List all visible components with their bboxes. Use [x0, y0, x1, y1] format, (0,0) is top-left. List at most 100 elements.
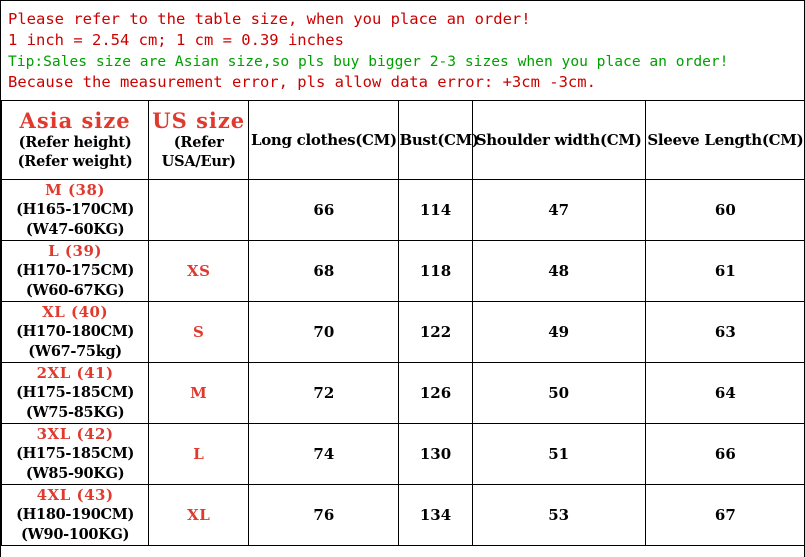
header-us-sub-refer: (Refer	[173, 134, 224, 151]
asia-height-range: (H165-170CM)	[16, 201, 135, 218]
table-row: L (39) (H170-175CM) (W60-67KG) XS 68 118…	[0, 240, 805, 302]
header-long-clothes-label: Long clothes(CM)	[250, 131, 397, 149]
header-cell-us-size: US size (Refer USA/Eur)	[148, 100, 250, 180]
cell-bust: 130	[398, 423, 473, 485]
header-cell-sleeve-length: Sleeve Length(CM)	[644, 100, 805, 180]
asia-height-range: (H175-185CM)	[16, 384, 135, 401]
long-clothes-value: 70	[313, 323, 335, 341]
cell-bust: 118	[398, 240, 473, 302]
bust-value: 114	[419, 201, 452, 219]
cell-shoulder-width: 47	[471, 179, 646, 241]
cell-us-size	[148, 179, 250, 241]
asia-size-label: M (38)	[45, 181, 106, 199]
cell-sleeve-length: 61	[644, 240, 805, 302]
asia-weight-range: (W85-90KG)	[25, 465, 125, 482]
cell-us-size: S	[148, 301, 250, 363]
asia-weight-range: (W75-85KG)	[25, 404, 125, 421]
cell-asia-size: M (38) (H165-170CM) (W47-60KG)	[0, 179, 150, 241]
cell-sleeve-length: 60	[644, 179, 805, 241]
sleeve-value: 64	[714, 384, 736, 402]
asia-height-range: (H170-175CM)	[16, 262, 135, 279]
asia-size-label: L (39)	[48, 242, 102, 260]
cell-asia-size: 2XL (41) (H175-185CM) (W75-85KG)	[0, 362, 150, 424]
shoulder-value: 53	[548, 506, 570, 524]
cell-us-size: XL	[148, 484, 250, 546]
cell-bust: 122	[398, 301, 473, 363]
cell-shoulder-width: 51	[471, 423, 646, 485]
notice-line-tip-asian-size: Tip:Sales size are Asian size,so pls buy…	[8, 53, 729, 70]
table-row: 2XL (41) (H175-185CM) (W75-85KG) M 72 12…	[0, 362, 805, 424]
notice-line-measurement-error: Because the measurement error, pls allow…	[8, 73, 596, 91]
cell-long-clothes: 70	[248, 301, 400, 363]
asia-height-range: (H175-185CM)	[16, 445, 135, 462]
cell-long-clothes: 76	[248, 484, 400, 546]
asia-height-range: (H180-190CM)	[16, 506, 135, 523]
header-us-title: US size	[152, 108, 246, 133]
long-clothes-value: 68	[313, 262, 335, 280]
sleeve-value: 66	[714, 445, 736, 463]
notice-block: Please refer to the table size, when you…	[1, 1, 804, 97]
bust-value: 126	[419, 384, 452, 402]
table-row: 3XL (42) (H175-185CM) (W85-90KG) L 74 13…	[0, 423, 805, 485]
asia-weight-range: (W60-67KG)	[25, 282, 125, 299]
table-row: 4XL (43) (H180-190CM) (W90-100KG) XL 76 …	[0, 484, 805, 546]
cell-shoulder-width: 53	[471, 484, 646, 546]
header-us-sub-region: USA/Eur)	[161, 153, 236, 170]
cell-long-clothes: 66	[248, 179, 400, 241]
bust-value: 130	[419, 445, 452, 463]
size-table: Asia size (Refer height) (Refer weight) …	[0, 100, 805, 546]
shoulder-value: 51	[548, 445, 570, 463]
header-shoulder-label: Shoulder width(CM)	[475, 131, 642, 149]
cell-long-clothes: 72	[248, 362, 400, 424]
cell-asia-size: XL (40) (H170-180CM) (W67-75kg)	[0, 301, 150, 363]
asia-size-label: 2XL (41)	[36, 364, 114, 382]
header-asia-title: Asia size	[19, 108, 131, 133]
cell-asia-size: 3XL (42) (H175-185CM) (W85-90KG)	[0, 423, 150, 485]
long-clothes-value: 72	[313, 384, 335, 402]
notice-line-conversion: 1 inch = 2.54 cm; 1 cm = 0.39 inches	[8, 31, 344, 49]
header-bust-label: Bust(CM)	[399, 131, 479, 149]
asia-weight-range: (W90-100KG)	[21, 526, 130, 543]
bust-value: 118	[419, 262, 452, 280]
cell-sleeve-length: 67	[644, 484, 805, 546]
cell-sleeve-length: 64	[644, 362, 805, 424]
us-size-label: S	[193, 323, 205, 341]
cell-us-size: L	[148, 423, 250, 485]
us-size-label: XS	[186, 262, 211, 280]
long-clothes-value: 76	[313, 506, 335, 524]
sleeve-value: 63	[714, 323, 736, 341]
long-clothes-value: 74	[313, 445, 335, 463]
cell-shoulder-width: 50	[471, 362, 646, 424]
header-asia-sub-height: (Refer height)	[18, 134, 132, 151]
cell-shoulder-width: 49	[471, 301, 646, 363]
header-cell-asia-size: Asia size (Refer height) (Refer weight)	[0, 100, 150, 180]
cell-bust: 114	[398, 179, 473, 241]
bust-value: 134	[419, 506, 452, 524]
cell-long-clothes: 68	[248, 240, 400, 302]
asia-size-label: 3XL (42)	[36, 425, 114, 443]
asia-size-label: 4XL (43)	[36, 486, 114, 504]
bust-value: 122	[419, 323, 452, 341]
us-size-label: XL	[187, 506, 211, 524]
cell-bust: 134	[398, 484, 473, 546]
sleeve-value: 61	[714, 262, 736, 280]
us-size-label: M	[190, 384, 208, 402]
header-asia-sub-weight: (Refer weight)	[17, 153, 133, 170]
table-header-row: Asia size (Refer height) (Refer weight) …	[0, 100, 805, 180]
shoulder-value: 49	[548, 323, 570, 341]
shoulder-value: 50	[548, 384, 570, 402]
cell-sleeve-length: 66	[644, 423, 805, 485]
cell-shoulder-width: 48	[471, 240, 646, 302]
header-cell-shoulder-width: Shoulder width(CM)	[471, 100, 646, 180]
asia-size-label: XL (40)	[42, 303, 109, 321]
cell-us-size: M	[148, 362, 250, 424]
asia-height-range: (H170-180CM)	[16, 323, 135, 340]
size-chart-page: Please refer to the table size, when you…	[0, 0, 805, 557]
notice-line-refer-table: Please refer to the table size, when you…	[8, 10, 531, 28]
cell-asia-size: 4XL (43) (H180-190CM) (W90-100KG)	[0, 484, 150, 546]
header-cell-long-clothes: Long clothes(CM)	[248, 100, 400, 180]
us-size-label: L	[193, 445, 205, 463]
cell-long-clothes: 74	[248, 423, 400, 485]
header-sleeve-label: Sleeve Length(CM)	[647, 131, 804, 149]
sleeve-value: 60	[714, 201, 736, 219]
